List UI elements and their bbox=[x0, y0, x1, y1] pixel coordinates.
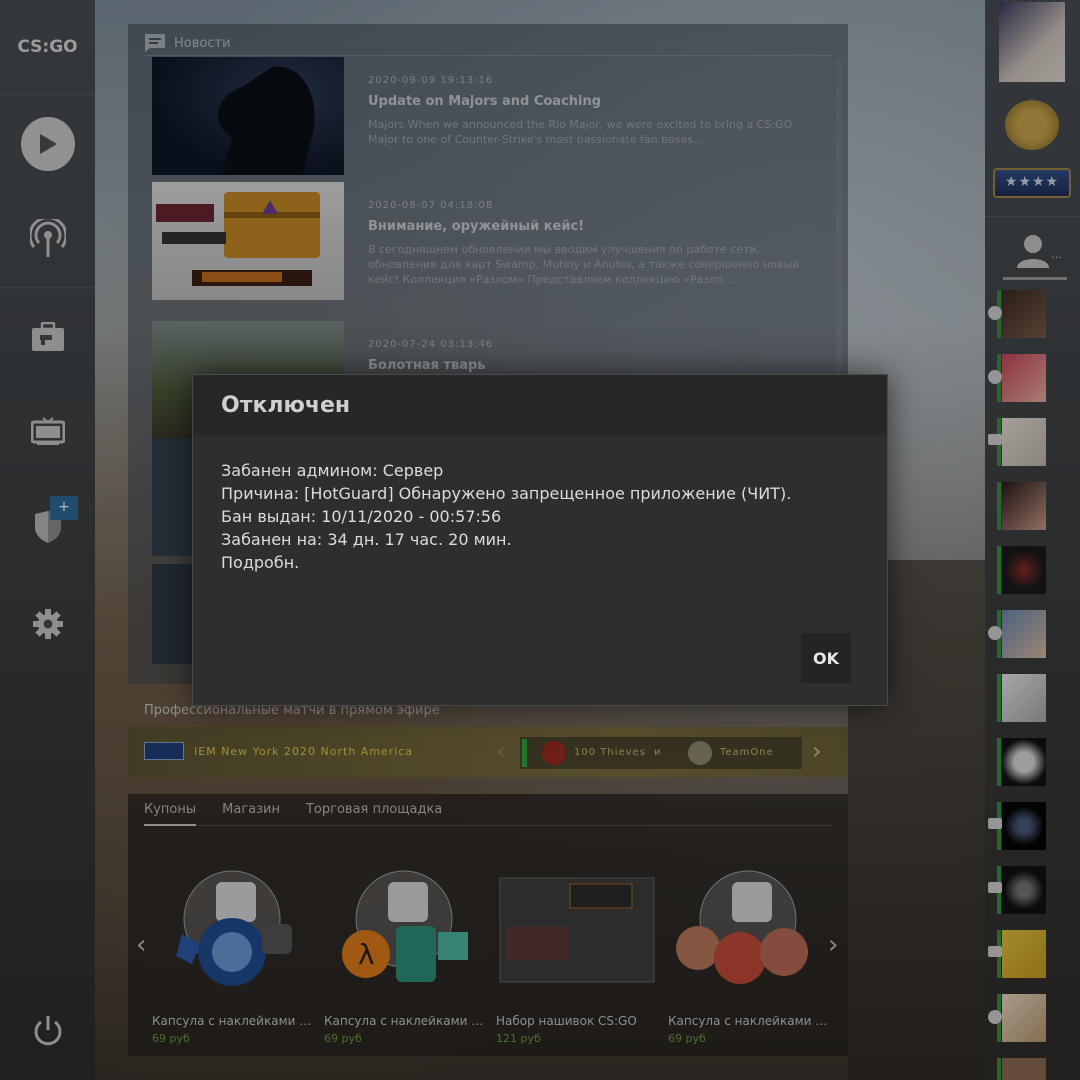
dialog-title: Отключен bbox=[221, 393, 351, 418]
dialog-body: Забанен админом: Сервер Причина: [HotGua… bbox=[221, 459, 791, 574]
dialog-line-reason: Причина: [HotGuard] Обнаружено запрещенн… bbox=[221, 484, 792, 503]
dialog-line-ban-duration: Забанен на: 34 дн. 17 час. 20 мин. bbox=[221, 530, 512, 549]
disconnect-dialog: Отключен Забанен админом: Сервер Причина… bbox=[192, 374, 888, 706]
dialog-line-ban-issued: Бан выдан: 10/11/2020 - 00:57:56 bbox=[221, 507, 502, 526]
dialog-line-details[interactable]: Подробн. bbox=[221, 551, 791, 574]
ok-button[interactable]: OK bbox=[801, 633, 851, 683]
dialog-line-banned-by: Забанен админом: Сервер bbox=[221, 461, 444, 480]
dialog-header: Отключен bbox=[193, 375, 887, 435]
